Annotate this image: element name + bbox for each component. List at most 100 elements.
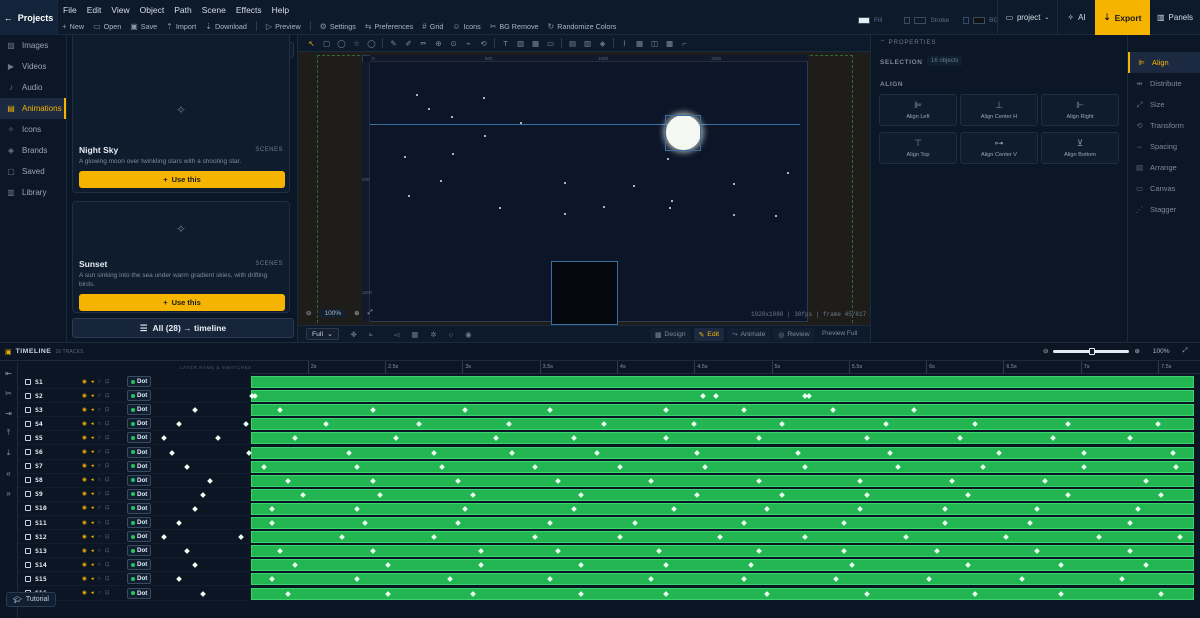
solo-icon[interactable]: ⊡ — [105, 421, 110, 427]
solo-icon[interactable]: ⊡ — [105, 590, 110, 596]
layer-checkbox[interactable] — [25, 406, 31, 413]
keyframe[interactable] — [740, 576, 747, 583]
layer-checkbox[interactable] — [25, 463, 31, 470]
expand-right-icon[interactable]: » — [0, 483, 17, 503]
menu-effects[interactable]: Effects — [231, 3, 267, 17]
solo-icon[interactable]: ⊡ — [105, 562, 110, 568]
menu-scene[interactable]: Scene — [197, 3, 231, 17]
eye-icon[interactable]: ◉ — [82, 576, 87, 582]
ai-button[interactable]: ✧ AI — [1057, 0, 1095, 35]
solo-icon[interactable]: ⊡ — [105, 520, 110, 526]
zoom-in-icon[interactable]: ⊕ — [1134, 347, 1139, 355]
audio-icon[interactable]: ◂ — [91, 421, 94, 427]
tool-10-icon[interactable]: ⊙ — [449, 39, 458, 48]
menu-view[interactable]: View — [106, 3, 134, 17]
keyframe[interactable] — [261, 463, 268, 470]
keyframe[interactable] — [740, 407, 747, 414]
timeline-track[interactable] — [251, 376, 1194, 388]
keyframe[interactable] — [926, 576, 932, 583]
keyframe[interactable] — [910, 407, 917, 414]
keyframe[interactable] — [763, 506, 770, 512]
timeline-track[interactable] — [191, 559, 1194, 572]
toolbar-preview-button[interactable]: ▷ Preview — [266, 22, 301, 31]
keyframe[interactable] — [663, 562, 670, 569]
tool-15-icon[interactable]: ▨ — [516, 39, 525, 48]
keyframe[interactable] — [1019, 576, 1025, 583]
collapse-icon[interactable]: ⌃ — [880, 39, 886, 46]
timeline-track[interactable] — [176, 573, 1194, 586]
keyframe[interactable] — [369, 407, 376, 414]
keyframe[interactable] — [1158, 590, 1164, 597]
audio-icon[interactable]: ◂ — [91, 562, 94, 568]
toolbar-preferences-button[interactable]: ⇆ Preferences — [365, 22, 413, 31]
align-center-v-button[interactable]: ⊶ Align Center V — [960, 132, 1038, 164]
lock-icon[interactable]: ○ — [98, 548, 101, 554]
keyframe[interactable] — [532, 463, 538, 470]
audio-icon[interactable]: ◂ — [91, 435, 94, 441]
solo-icon[interactable]: ⊡ — [105, 393, 110, 399]
menu-object[interactable]: Object — [135, 3, 170, 17]
keyframe[interactable] — [462, 506, 469, 512]
keyframe[interactable] — [547, 520, 554, 526]
keyframe[interactable] — [972, 421, 979, 428]
keyframe[interactable] — [470, 491, 476, 498]
audio-icon[interactable]: ◂ — [91, 463, 94, 469]
keyframe[interactable] — [1034, 548, 1041, 555]
keyframe[interactable] — [756, 477, 762, 484]
keyframe[interactable] — [1026, 520, 1033, 526]
keyframe[interactable] — [980, 463, 987, 470]
timeline-track[interactable] — [191, 502, 1194, 515]
props-nav-distribute[interactable]: ⇹ Distribute — [1128, 73, 1200, 94]
props-nav-spacing[interactable]: ⇔ Spacing — [1128, 136, 1200, 157]
keyframe[interactable] — [385, 590, 391, 597]
keyframe[interactable] — [903, 534, 909, 540]
keyframe[interactable] — [864, 435, 871, 442]
layer-row[interactable]: S4 ◉ ◂ ○ ⊡ Dot — [18, 417, 250, 432]
keyframe[interactable] — [647, 576, 654, 583]
tool-0-icon[interactable]: ↖ — [307, 39, 316, 48]
timeline-track[interactable] — [161, 432, 1194, 445]
keyframe[interactable] — [647, 477, 654, 484]
keyframe[interactable] — [547, 407, 554, 414]
layer-checkbox[interactable] — [25, 561, 31, 568]
keyframe[interactable] — [1134, 506, 1141, 512]
solo-icon[interactable]: ⊡ — [105, 505, 110, 511]
solo-icon[interactable]: ⊡ — [105, 548, 110, 554]
audio-icon[interactable]: ◂ — [91, 407, 94, 413]
tool-25-icon[interactable]: ◫ — [650, 39, 659, 48]
keyframe[interactable] — [462, 407, 469, 414]
keyframe[interactable] — [756, 548, 762, 555]
menu-path[interactable]: Path — [169, 3, 197, 17]
toolbar-grid-button[interactable]: # Grid — [422, 22, 443, 31]
lock-icon[interactable]: ○ — [98, 421, 101, 427]
mode-design-button[interactable]: ▦ Design — [650, 328, 691, 341]
nav-item-icons[interactable]: ✧ Icons — [0, 119, 66, 140]
audio-icon[interactable]: ◂ — [91, 576, 94, 582]
keyframe[interactable] — [663, 590, 670, 597]
keyframe[interactable] — [691, 421, 697, 428]
timeline-track[interactable] — [249, 390, 1194, 403]
move-up-icon[interactable]: ⤒ — [0, 423, 17, 443]
use-this-button[interactable]: + Use this — [79, 294, 285, 311]
keyframe[interactable] — [712, 393, 719, 399]
keyframe[interactable] — [655, 548, 662, 555]
eye-icon[interactable]: ◉ — [82, 548, 87, 554]
lock-icon[interactable]: ○ — [98, 520, 101, 526]
keyframe[interactable] — [477, 562, 484, 569]
settings-icon[interactable]: ✲ — [430, 330, 436, 339]
eye-icon[interactable]: ◉ — [82, 393, 87, 399]
keyframe[interactable] — [1065, 421, 1072, 428]
keyframe[interactable] — [392, 435, 399, 442]
keyframe[interactable] — [833, 576, 840, 583]
mode-review-button[interactable]: ◎ Review — [773, 328, 815, 341]
toolbar-import-button[interactable]: ⇡ Import — [166, 22, 196, 31]
audio-icon[interactable]: ◉ — [465, 330, 472, 339]
tool-27-icon[interactable]: ⌐ — [680, 39, 689, 48]
keyframe[interactable] — [895, 463, 902, 470]
layer-checkbox[interactable] — [25, 575, 31, 582]
keyframe[interactable] — [578, 562, 585, 569]
keyframe[interactable] — [505, 421, 512, 428]
keyframe[interactable] — [578, 590, 585, 597]
lock-icon[interactable]: ○ — [98, 590, 101, 596]
keyframe[interactable] — [385, 562, 391, 569]
